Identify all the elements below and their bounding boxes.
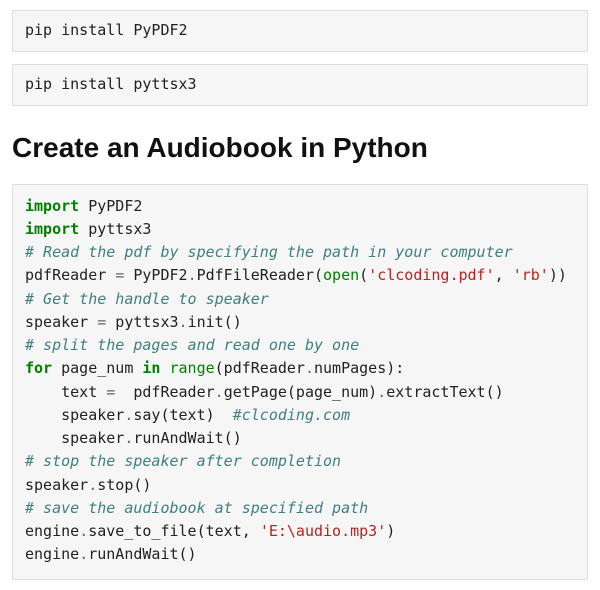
comment: # save the audiobook at specified path (25, 499, 368, 517)
code-text: save_to_file(text, (88, 522, 260, 540)
builtin: range (170, 359, 215, 377)
string: 'E:\audio.mp3' (260, 522, 386, 540)
code-line: engine.save_to_file(text, 'E:\audio.mp3'… (25, 520, 575, 543)
code-text: PyPDF2 (124, 266, 187, 284)
code-text: engine (25, 545, 79, 563)
code-line: import PyPDF2 (25, 195, 575, 218)
code-text (160, 359, 169, 377)
page-title: Create an Audiobook in Python (12, 132, 588, 164)
code-text: speaker (25, 476, 88, 494)
code-text: , (495, 266, 513, 284)
code-line: engine.runAndWait() (25, 543, 575, 566)
comment: #clcoding.com (233, 406, 350, 424)
operator: . (88, 476, 97, 494)
operator: . (79, 522, 88, 540)
operator: . (179, 313, 188, 331)
code-line: # Get the handle to speaker (25, 288, 575, 311)
module-name: PyPDF2 (79, 197, 142, 215)
operator: = (97, 313, 106, 331)
operator: = (106, 383, 115, 401)
code-text: pdfReader (25, 266, 115, 284)
code-line: # save the audiobook at specified path (25, 497, 575, 520)
operator: . (305, 359, 314, 377)
code-line: # Read the pdf by specifying the path in… (25, 241, 575, 264)
code-text: text (25, 383, 106, 401)
operator: . (215, 383, 224, 401)
install-command-1: pip install PyPDF2 (12, 10, 588, 52)
code-text: speaker (25, 406, 124, 424)
python-code-block: import PyPDF2 import pyttsx3 # Read the … (12, 184, 588, 580)
operator: . (79, 545, 88, 563)
code-line: speaker.runAndWait() (25, 427, 575, 450)
code-line: import pyttsx3 (25, 218, 575, 241)
module-name: pyttsx3 (79, 220, 151, 238)
code-text: ( (359, 266, 368, 284)
code-text: PdfFileReader( (197, 266, 323, 284)
code-line: speaker = pyttsx3.init() (25, 311, 575, 334)
string: 'rb' (513, 266, 549, 284)
code-text: stop() (97, 476, 151, 494)
builtin: open (323, 266, 359, 284)
code-text: page_num (52, 359, 142, 377)
code-text: ) (386, 522, 395, 540)
keyword-import: import (25, 197, 79, 215)
code-text: extractText() (386, 383, 503, 401)
code-text: pdfReader (115, 383, 214, 401)
operator: . (377, 383, 386, 401)
operator: = (115, 266, 124, 284)
code-text: say(text) (133, 406, 232, 424)
comment: # split the pages and read one by one (25, 336, 359, 354)
comment: # Read the pdf by specifying the path in… (25, 243, 513, 261)
keyword-in: in (142, 359, 160, 377)
code-text: init() (188, 313, 242, 331)
code-line: speaker.stop() (25, 474, 575, 497)
code-line: # stop the speaker after completion (25, 450, 575, 473)
keyword-for: for (25, 359, 52, 377)
comment: # stop the speaker after completion (25, 452, 341, 470)
code-line: speaker.say(text) #clcoding.com (25, 404, 575, 427)
string: 'clcoding.pdf' (368, 266, 494, 284)
operator: . (188, 266, 197, 284)
code-text: speaker (25, 429, 124, 447)
code-text: )) (549, 266, 567, 284)
code-text: getPage(page_num) (224, 383, 378, 401)
code-text: runAndWait() (88, 545, 196, 563)
code-line: text = pdfReader.getPage(page_num).extra… (25, 381, 575, 404)
keyword-import: import (25, 220, 79, 238)
code-text: numPages): (314, 359, 404, 377)
code-line: for page_num in range(pdfReader.numPages… (25, 357, 575, 380)
code-text: pyttsx3 (106, 313, 178, 331)
code-line: # split the pages and read one by one (25, 334, 575, 357)
code-text: speaker (25, 313, 97, 331)
code-text: engine (25, 522, 79, 540)
comment: # Get the handle to speaker (25, 290, 269, 308)
code-text: runAndWait() (133, 429, 241, 447)
code-line: pdfReader = PyPDF2.PdfFileReader(open('c… (25, 264, 575, 287)
code-text: (pdfReader (215, 359, 305, 377)
install-command-2: pip install pyttsx3 (12, 64, 588, 106)
